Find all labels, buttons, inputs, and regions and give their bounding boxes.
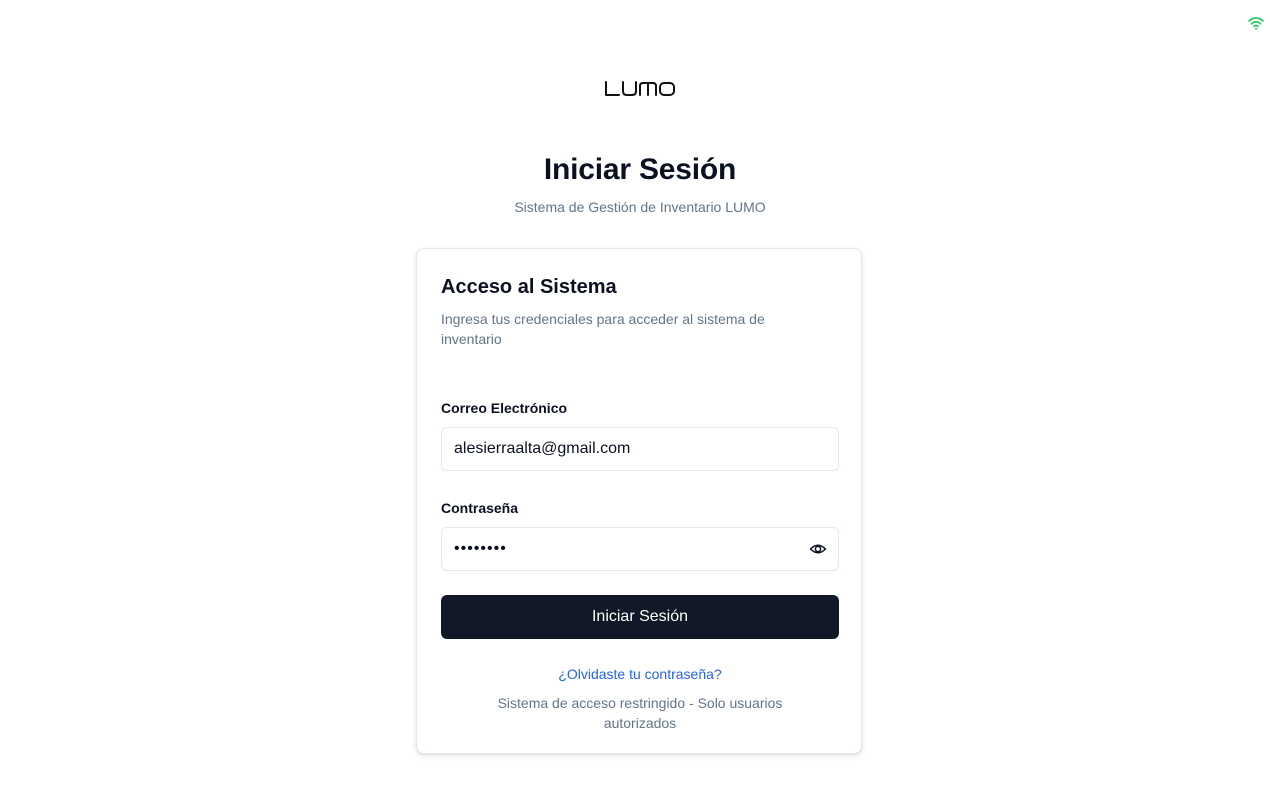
email-label: Correo Electrónico [441, 400, 568, 416]
email-field[interactable] [441, 427, 839, 471]
card-description: Ingresa tus credenciales para acceder al… [441, 311, 765, 347]
login-card: Acceso al Sistema Ingresa tus credencial… [416, 248, 862, 754]
restricted-access-note: Sistema de acceso restringido - Solo usu… [497, 695, 783, 731]
password-label: Contraseña [441, 500, 519, 516]
password-field[interactable] [441, 527, 839, 571]
card-title: Acceso al Sistema [441, 276, 617, 298]
forgot-password-link[interactable]: ¿Olvidaste tu contraseña? [417, 665, 863, 683]
page-title: Iniciar Sesión [543, 153, 737, 186]
wifi-icon [1248, 17, 1264, 30]
lumo-logo [0, 80, 1280, 98]
lumo-logo-mark [605, 81, 675, 96]
eye-icon[interactable] [809, 541, 827, 557]
login-page: Iniciar Sesión Sistema de Gestión de Inv… [0, 0, 1280, 804]
page-subtitle: Sistema de Gestión de Inventario LUMO [514, 199, 766, 215]
login-button[interactable]: Iniciar Sesión [441, 595, 839, 639]
